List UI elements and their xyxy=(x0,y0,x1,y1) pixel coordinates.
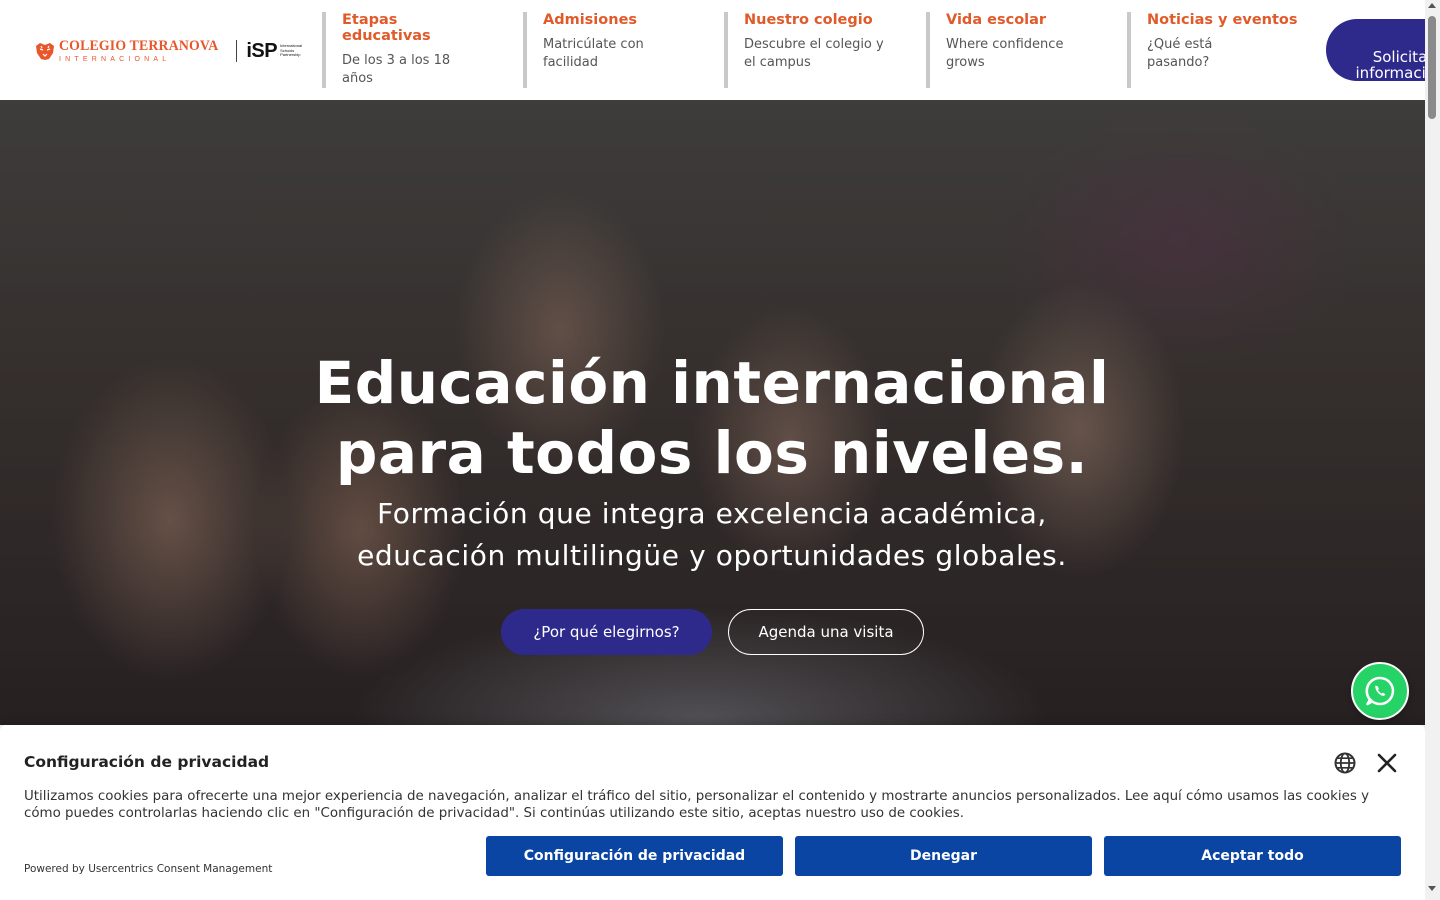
tiger-logo-icon xyxy=(36,43,54,60)
close-icon[interactable] xyxy=(1375,751,1399,775)
site-header: COLEGIO TERRANOVA INTERNACIONAL iSP Inte… xyxy=(0,0,1440,100)
scroll-down-arrow-icon[interactable] xyxy=(1428,886,1436,891)
nav-subtitle: Descubre el colegio y el campus xyxy=(744,37,884,70)
cookie-consent-banner: Configuración de privacidad Utilizamos c… xyxy=(0,725,1425,900)
why-choose-us-button[interactable]: ¿Por qué elegirnos? xyxy=(501,609,712,655)
nav-item-vida-escolar[interactable]: Vida escolar Where confidence grows xyxy=(926,12,1116,88)
hero-subtitle: Formación que integra excelencia académi… xyxy=(262,493,1162,577)
cookie-description: Utilizamos cookies para ofrecerte una me… xyxy=(24,789,1369,821)
nav-title: Etapas educativas xyxy=(342,12,431,44)
powered-by-text[interactable]: Powered by Usercentrics Consent Manageme… xyxy=(24,863,272,875)
accept-all-button[interactable]: Aceptar todo xyxy=(1104,836,1401,876)
privacy-settings-button[interactable]: Configuración de privacidad xyxy=(486,836,783,876)
nav-title: Noticias y eventos xyxy=(1147,12,1298,28)
request-info-button[interactable]: Solicita información xyxy=(1326,19,1440,81)
site-logo[interactable]: COLEGIO TERRANOVA INTERNACIONAL iSP Inte… xyxy=(34,37,310,65)
whatsapp-icon xyxy=(1365,676,1395,706)
logo-divider xyxy=(236,40,238,62)
hero-title-line: Educación internacional xyxy=(314,349,1110,417)
nav-title: Nuestro colegio xyxy=(744,12,873,28)
hero-title: Educación internacional para todos los n… xyxy=(262,348,1162,488)
hero-subtitle-line: Formación que integra excelencia académi… xyxy=(377,497,1047,530)
isp-logo: iSP International Schools Partnership xyxy=(246,41,310,61)
page-scrollbar[interactable] xyxy=(1425,0,1440,900)
nav-subtitle: De los 3 a los 18 años xyxy=(342,53,451,86)
nav-item-admisiones[interactable]: Admisiones Matricúlate con facilidad xyxy=(523,12,713,88)
nav-subtitle: Matricúlate con facilidad xyxy=(543,37,644,70)
nav-subtitle: Where confidence grows xyxy=(946,37,1064,70)
cookie-title: Configuración de privacidad xyxy=(24,753,270,771)
nav-subtitle: ¿Qué está pasando? xyxy=(1147,37,1213,70)
nav-item-nuestro-colegio[interactable]: Nuestro colegio Descubre el colegio y el… xyxy=(724,12,914,88)
whatsapp-button[interactable] xyxy=(1351,662,1409,720)
nav-item-etapas[interactable]: Etapas educativas De los 3 a los 18 años xyxy=(322,12,512,88)
logo-subtitle: INTERNACIONAL xyxy=(59,56,171,63)
isp-mark: iSP xyxy=(246,40,278,62)
hero-subtitle-line: educación multilingüe y oportunidades gl… xyxy=(357,539,1067,572)
nav-title: Vida escolar xyxy=(946,12,1047,28)
scrollbar-thumb[interactable] xyxy=(1428,16,1436,119)
scroll-up-arrow-icon[interactable] xyxy=(1428,3,1436,8)
hero-title-line: para todos los niveles. xyxy=(335,419,1089,487)
isp-description: International Schools Partnership xyxy=(280,43,303,58)
deny-button[interactable]: Denegar xyxy=(795,836,1092,876)
logo-name: COLEGIO TERRANOVA xyxy=(59,38,219,54)
schedule-visit-button[interactable]: Agenda una visita xyxy=(728,609,924,655)
globe-icon[interactable] xyxy=(1333,751,1357,775)
hero-section: Educación internacional para todos los n… xyxy=(0,100,1425,725)
nav-item-noticias[interactable]: Noticias y eventos ¿Qué está pasando? xyxy=(1127,12,1317,88)
nav-title: Admisiones xyxy=(543,12,638,28)
